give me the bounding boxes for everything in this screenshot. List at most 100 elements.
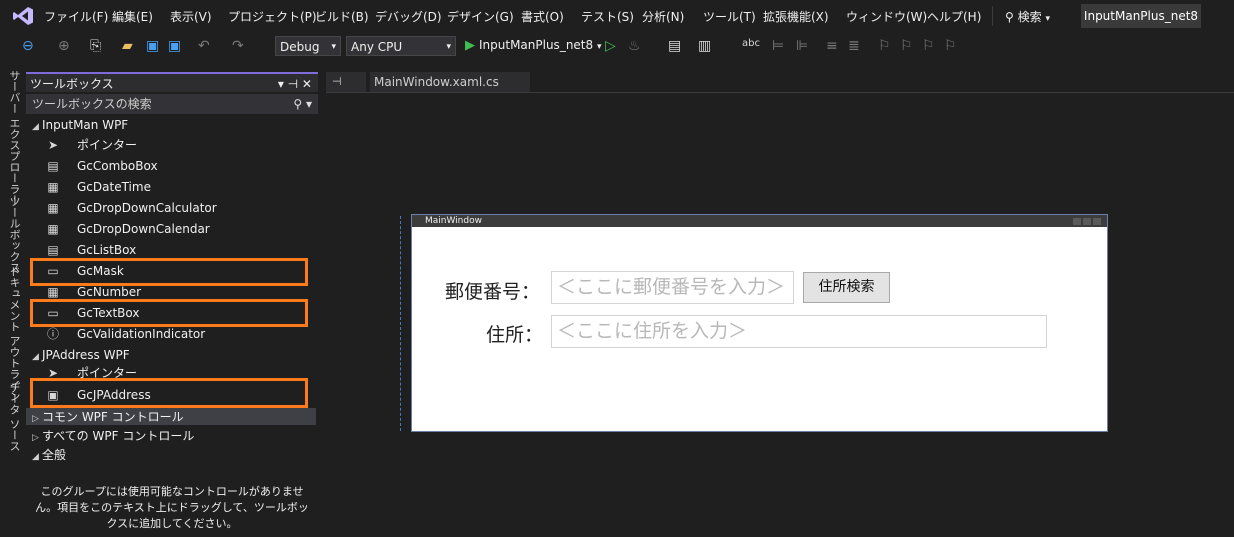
layout-icon[interactable]: ▥ (698, 38, 711, 54)
uncomment-icon[interactable]: ≣ (848, 38, 860, 54)
tab-toolbox[interactable]: ツールボックス (6, 196, 22, 273)
tab-pinned[interactable]: ⊣ (326, 72, 366, 92)
toolbox-search-input[interactable]: ツールボックスの検索 ⚲ ▾ (26, 94, 318, 114)
group-all-wpf-controls[interactable]: ▷ すべての WPF コントロール (32, 427, 194, 444)
visual-studio-logo-icon[interactable] (12, 6, 34, 26)
listbox-icon: ▤ (47, 243, 59, 257)
toolbox-title: ツールボックス (30, 77, 114, 91)
collapsed-triangle-icon: ▷ (32, 433, 39, 443)
save-icon[interactable]: ▣ (146, 38, 159, 54)
bookmark-prev-icon[interactable]: ⚐ (900, 38, 913, 54)
menu-extensions[interactable]: 拡張機能(X) (763, 8, 829, 25)
highlight-gcjpaddress (30, 378, 308, 408)
global-search[interactable]: ⚲ 検索 ▾ (1005, 8, 1050, 25)
expanded-triangle-icon: ◢ (32, 452, 39, 462)
group-jpaddress-wpf[interactable]: ◢ JPAddress WPF (32, 348, 130, 362)
bookmark-next-icon[interactable]: ⚐ (922, 38, 935, 54)
toolbox-search-placeholder: ツールボックスの検索 (32, 97, 152, 111)
collapsed-triangle-icon: ▷ (32, 414, 39, 424)
window-caption-buttons (1071, 217, 1101, 229)
menu-design[interactable]: デザイン(G) (447, 8, 514, 25)
new-project-icon[interactable]: ⎘ (90, 38, 101, 54)
group-inputman-wpf[interactable]: ◢ InputMan WPF (32, 118, 128, 132)
redo-icon[interactable]: ↷ (232, 38, 244, 54)
start-without-debug-icon[interactable]: ▷ (605, 38, 616, 54)
toolbox-item-gclistbox[interactable]: ▤ GcListBox (46, 240, 306, 260)
toolbox-item-gccombobox[interactable]: ▤ GcComboBox (46, 156, 306, 176)
hot-reload-icon[interactable]: ♨ (628, 38, 641, 54)
expanded-triangle-icon: ◢ (32, 122, 39, 132)
align-right-icon[interactable]: ⊫ (796, 38, 808, 54)
save-all-icon[interactable]: ▣ (168, 38, 181, 54)
config-dropdown[interactable]: Debug ▾ (275, 36, 341, 56)
menu-format[interactable]: 書式(O) (521, 8, 564, 25)
item-label: GcValidationIndicator (77, 327, 206, 341)
platform-value: Any CPU (351, 40, 403, 54)
toolbox-item-gcdropdowncalculator[interactable]: ▦ GcDropDownCalculator (46, 198, 306, 218)
menu-view[interactable]: 表示(V) (170, 8, 212, 25)
item-label: GcDateTime (77, 180, 151, 194)
menu-help[interactable]: ヘルプ(H) (927, 8, 981, 25)
document-tabs: ⊣ MainWindow.xaml.cs (326, 72, 1234, 93)
start-debug-button[interactable]: ▶ InputManPlus_net8 ▾ (465, 38, 602, 53)
bookmark-icon[interactable]: ⚐ (878, 38, 891, 54)
menu-debug[interactable]: デバッグ(D) (375, 8, 442, 25)
tab-data-sources[interactable]: データ ソース (6, 382, 22, 452)
item-label: ポインター (77, 138, 138, 152)
group-label: 全般 (42, 448, 67, 462)
toolbox-title-bar[interactable]: ツールボックス ▾ ⊣ ✕ (26, 72, 318, 92)
group-label: InputMan WPF (42, 118, 129, 132)
postal-code-input[interactable]: ＜ここに郵便番号を入力＞ (551, 271, 794, 304)
group-label: JPAddress WPF (42, 348, 130, 362)
empty-group-message: このグループには使用可能なコントロールがありません。項目をこのテキスト上にドラッ… (35, 485, 309, 530)
toolbox-item-gcdropdowncalendar[interactable]: ▦ GcDropDownCalendar (46, 219, 306, 239)
toolbox-item-gcdatetime[interactable]: ▦ GcDateTime (46, 177, 306, 197)
toolbox-window-buttons[interactable]: ▾ ⊣ ✕ (278, 74, 312, 94)
chevron-down-icon: ▾ (331, 42, 336, 52)
toolbox-item-gcvalidationindicator[interactable]: ⓘ GcValidationIndicator (46, 324, 306, 344)
menu-file[interactable]: ファイル(F) (44, 8, 108, 25)
pin-icon: ⊣ (332, 75, 342, 88)
calendar-icon: ▦ (47, 222, 59, 236)
combobox-icon: ▤ (47, 159, 59, 173)
postal-code-label: 郵便番号： (445, 281, 541, 303)
tab-server-explorer[interactable]: サーバー エクスプローラー (6, 70, 22, 206)
menu-window[interactable]: ウィンドウ(W) (846, 8, 927, 25)
browse-icon[interactable]: ▤ (668, 38, 681, 54)
standard-toolbar (0, 32, 1234, 62)
run-target-label: InputManPlus_net8 (479, 38, 594, 52)
pointer-icon: ➤ (47, 138, 59, 152)
menu-test[interactable]: テスト(S) (581, 8, 634, 25)
spellcheck-icon[interactable]: abc (742, 38, 760, 49)
chevron-down-icon: ▾ (446, 42, 451, 52)
comment-icon[interactable]: ≡ (826, 38, 838, 54)
undo-icon[interactable]: ↶ (198, 38, 210, 54)
menu-bar: ファイル(F) 編集(E) 表示(V) プロジェクト(P) ビルド(B) デバッ… (0, 0, 1234, 32)
menu-analyze[interactable]: 分析(N) (642, 8, 684, 25)
group-general[interactable]: ◢ 全般 (32, 446, 66, 463)
highlight-gctextbox (30, 299, 308, 327)
address-search-button[interactable]: 住所検索 (803, 272, 890, 303)
highlight-gcmask (30, 258, 308, 286)
platform-dropdown[interactable]: Any CPU ▾ (346, 36, 456, 56)
menu-tools[interactable]: ツール(T) (703, 8, 756, 25)
toolbox-item-pointer[interactable]: ➤ ポインター (46, 135, 306, 155)
bookmark-clear-icon[interactable]: ⚐ (944, 38, 957, 54)
open-folder-icon[interactable]: ▰ (122, 38, 133, 54)
item-label: GcDropDownCalendar (77, 222, 210, 236)
group-common-wpf-controls[interactable]: ▷ コモン WPF コントロール (32, 408, 184, 425)
play-icon: ▶ (465, 38, 475, 53)
postal-code-placeholder: ＜ここに郵便番号を入力＞ (557, 276, 786, 298)
menu-project[interactable]: プロジェクト(P) (228, 8, 317, 25)
navigate-back-icon[interactable]: ⊖ (22, 38, 34, 54)
search-icon[interactable]: ⚲ ▾ (293, 94, 312, 114)
menu-edit[interactable]: 編集(E) (112, 8, 153, 25)
menu-build[interactable]: ビルド(B) (315, 8, 369, 25)
exclamation-icon: ⓘ (46, 327, 59, 341)
solution-name-badge[interactable]: InputManPlus_net8 (1081, 4, 1201, 28)
navigate-forward-icon[interactable]: ⊕ (58, 38, 70, 54)
address-input[interactable]: ＜ここに住所を入力＞ (551, 315, 1047, 348)
chevron-down-icon: ▾ (1045, 14, 1050, 24)
align-left-icon[interactable]: ⊨ (772, 38, 784, 54)
tab-mainwindow-xaml-cs[interactable]: MainWindow.xaml.cs (370, 72, 530, 92)
